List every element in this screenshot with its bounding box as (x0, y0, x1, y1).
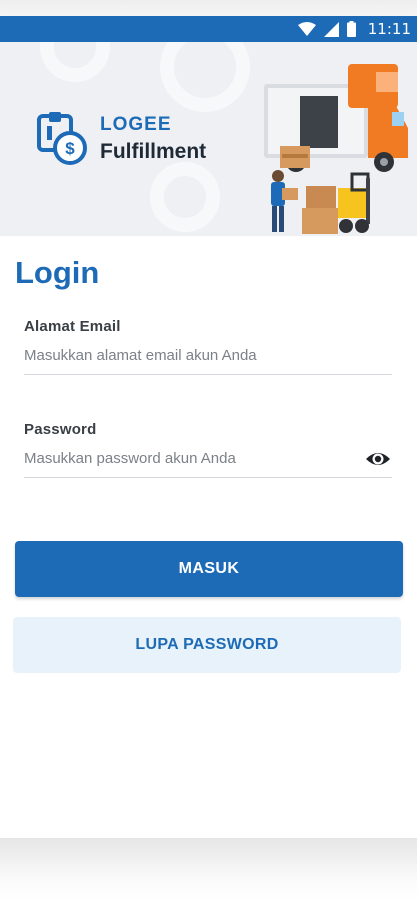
bottom-fade (0, 838, 417, 900)
login-button[interactable]: MASUK (15, 541, 403, 597)
password-input[interactable] (24, 440, 392, 478)
top-fade (0, 0, 417, 16)
logee-logo-icon: $ (37, 112, 87, 165)
login-form: Login Alamat Email Password (0, 256, 417, 478)
brand-name-line1: LOGEE (100, 114, 172, 135)
brand-logo: $ LOGEE Fulfillment (36, 112, 206, 166)
status-bar: 11:11 (0, 16, 417, 42)
delivery-truck-illustration (264, 64, 408, 234)
decor-circle (150, 162, 220, 232)
password-field-group: Password (24, 421, 393, 478)
header-banner: $ LOGEE Fulfillment (0, 42, 417, 236)
wifi-icon (297, 22, 316, 36)
signal-icon (323, 21, 339, 37)
status-time: 11:11 (367, 20, 411, 38)
password-label: Password (24, 421, 97, 438)
page-title: Login (15, 255, 100, 290)
email-input[interactable] (24, 337, 392, 375)
brand-name-line2: Fulfillment (100, 140, 207, 163)
email-field-group: Alamat Email (24, 318, 393, 375)
forgot-password-button[interactable]: LUPA PASSWORD (13, 617, 401, 673)
app-screen: 11:11 $ LOGEE Fulfillment Login Alamat E… (0, 16, 417, 838)
battery-icon (346, 21, 356, 37)
svg-text:$: $ (65, 139, 75, 158)
eye-icon[interactable] (365, 448, 391, 470)
email-label: Alamat Email (24, 318, 121, 335)
